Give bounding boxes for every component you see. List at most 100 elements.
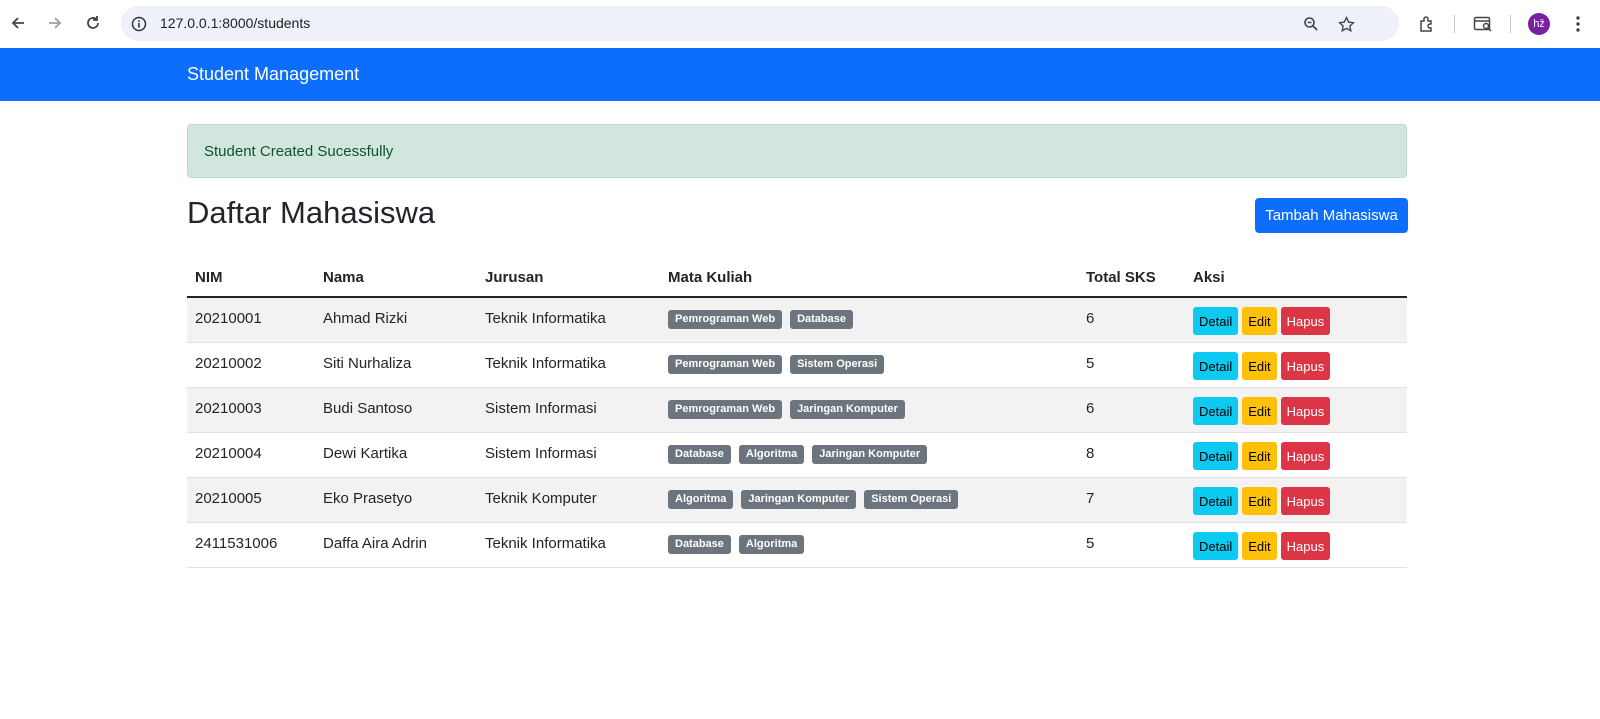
toolbar-divider: [1454, 15, 1455, 33]
cell-jurusan: Teknik Komputer: [485, 490, 597, 507]
table-header: NIM Nama Jurusan Mata Kuliah Total SKS A…: [187, 257, 1407, 298]
course-badges: Pemrograman Web Jaringan Komputer: [668, 400, 905, 419]
detail-button[interactable]: Detail: [1193, 442, 1239, 470]
address-bar[interactable]: 127.0.0.1:8000/students: [121, 6, 1399, 41]
row-actions: Detail Edit Hapus: [1193, 352, 1331, 380]
cell-nama: Eko Prasetyo: [323, 490, 413, 507]
edit-button[interactable]: Edit: [1242, 397, 1277, 425]
course-badges: Algoritma Jaringan Komputer Sistem Operasi: [668, 490, 959, 509]
row-actions: Detail Edit Hapus: [1193, 307, 1331, 335]
profile-avatar[interactable]: hž: [1528, 13, 1550, 35]
bookmark-star-icon[interactable]: [1336, 14, 1356, 34]
course-badge: Jaringan Komputer: [790, 400, 905, 419]
delete-button[interactable]: Hapus: [1280, 532, 1331, 560]
row-actions: Detail Edit Hapus: [1193, 442, 1331, 470]
cell-nim: 2411531006: [195, 535, 278, 552]
header-nama: Nama: [323, 269, 364, 286]
delete-button[interactable]: Hapus: [1280, 442, 1331, 470]
cell-jurusan: Teknik Informatika: [485, 535, 606, 552]
top-navbar: Student Management: [0, 48, 1600, 101]
header-total-sks: Total SKS: [1086, 269, 1156, 286]
cell-nim: 20210004: [195, 445, 262, 462]
alert-message: Student Created Sucessfully: [204, 143, 394, 160]
navbar-brand[interactable]: Student Management: [187, 64, 359, 85]
browser-toolbar: 127.0.0.1:8000/students hž: [0, 0, 1600, 48]
header-aksi: Aksi: [1193, 269, 1225, 286]
cell-nim: 20210003: [195, 400, 262, 417]
course-badge: Jaringan Komputer: [741, 490, 857, 509]
add-student-button[interactable]: Tambah Mahasiswa: [1255, 198, 1408, 233]
delete-button[interactable]: Hapus: [1280, 352, 1331, 380]
cell-nim: 20210002: [195, 355, 262, 372]
table-row: 20210004 Dewi Kartika Sistem Informasi 8 Dat…: [187, 433, 1407, 478]
course-badge: Sistem Operasi: [790, 355, 885, 374]
table-row: 20210003 Budi Santoso Sistem Informasi 6 Pem…: [187, 388, 1407, 433]
table-row: 2411531006 Daffa Aira Adrin Teknik Informa…: [187, 523, 1407, 568]
cell-nama: Dewi Kartika: [323, 445, 408, 462]
cell-nim: 20210005: [195, 490, 262, 507]
extensions-icon[interactable]: [1415, 12, 1439, 36]
cell-nama: Siti Nurhaliza: [323, 355, 412, 372]
course-badge: Database: [790, 310, 853, 329]
students-table: NIM Nama Jurusan Mata Kuliah Total SKS A…: [187, 257, 1407, 568]
course-badge: Database: [668, 445, 731, 464]
back-arrow-icon[interactable]: [5, 10, 31, 36]
header-nim: NIM: [195, 269, 223, 286]
detail-button[interactable]: Detail: [1193, 532, 1239, 560]
course-badges: Pemrograman Web Sistem Operasi: [668, 355, 885, 374]
detail-button[interactable]: Detail: [1193, 397, 1239, 425]
course-badge: Pemrograman Web: [668, 355, 783, 374]
detail-button[interactable]: Detail: [1193, 352, 1239, 380]
edit-button[interactable]: Edit: [1242, 532, 1277, 560]
delete-button[interactable]: Hapus: [1280, 487, 1331, 515]
tab-search-icon[interactable]: [1471, 12, 1495, 36]
cell-total-sks: 6: [1086, 310, 1095, 327]
cell-nama: Ahmad Rizki: [323, 310, 408, 327]
header-mata-kuliah: Mata Kuliah: [668, 269, 753, 286]
course-badges: Pemrograman Web Database: [668, 310, 853, 329]
edit-button[interactable]: Edit: [1242, 352, 1277, 380]
cell-jurusan: Sistem Informasi: [485, 400, 597, 417]
edit-button[interactable]: Edit: [1242, 442, 1277, 470]
course-badge: Database: [668, 535, 731, 554]
course-badge: Algoritma: [738, 445, 805, 464]
site-info-icon[interactable]: [129, 14, 148, 33]
cell-nama: Daffa Aira Adrin: [323, 535, 427, 552]
page-title: Daftar Mahasiswa: [187, 195, 436, 230]
course-badge: Pemrograman Web: [668, 400, 783, 419]
detail-button[interactable]: Detail: [1193, 487, 1239, 515]
table-body: 20210001 Ahmad Rizki Teknik Informatika 6 Pe…: [187, 298, 1407, 568]
toolbar-divider: [1510, 15, 1511, 33]
row-actions: Detail Edit Hapus: [1193, 532, 1331, 560]
cell-total-sks: 5: [1086, 355, 1095, 372]
table-row: 20210005 Eko Prasetyo Teknik Komputer 7 Algo…: [187, 478, 1407, 523]
cell-jurusan: Teknik Informatika: [485, 355, 606, 372]
course-badge: Algoritma: [738, 535, 805, 554]
edit-button[interactable]: Edit: [1242, 487, 1277, 515]
zoom-icon[interactable]: [1301, 14, 1321, 34]
course-badge: Sistem Operasi: [864, 490, 959, 509]
delete-button[interactable]: Hapus: [1280, 307, 1331, 335]
cell-jurusan: Sistem Informasi: [485, 445, 597, 462]
course-badges: Database Algoritma Jaringan Komputer: [668, 445, 928, 464]
table-row: 20210001 Ahmad Rizki Teknik Informatika 6 Pe…: [187, 298, 1407, 343]
kebab-menu-icon[interactable]: [1566, 12, 1590, 36]
url-text[interactable]: 127.0.0.1:8000/students: [160, 15, 310, 31]
reload-icon[interactable]: [80, 10, 106, 36]
cell-nim: 20210001: [195, 310, 262, 327]
row-actions: Detail Edit Hapus: [1193, 397, 1331, 425]
forward-arrow-icon[interactable]: [42, 10, 68, 36]
delete-button[interactable]: Hapus: [1280, 397, 1331, 425]
cell-jurusan: Teknik Informatika: [485, 310, 606, 327]
cell-total-sks: 7: [1086, 490, 1095, 507]
course-badges: Database Algoritma: [668, 535, 805, 554]
success-alert: Student Created Sucessfully: [187, 124, 1407, 178]
detail-button[interactable]: Detail: [1193, 307, 1239, 335]
edit-button[interactable]: Edit: [1242, 307, 1277, 335]
course-badge: Jaringan Komputer: [812, 445, 928, 464]
cell-total-sks: 8: [1086, 445, 1095, 462]
course-badge: Pemrograman Web: [668, 310, 783, 329]
cell-total-sks: 6: [1086, 400, 1095, 417]
cell-total-sks: 5: [1086, 535, 1095, 552]
cell-nama: Budi Santoso: [323, 400, 413, 417]
